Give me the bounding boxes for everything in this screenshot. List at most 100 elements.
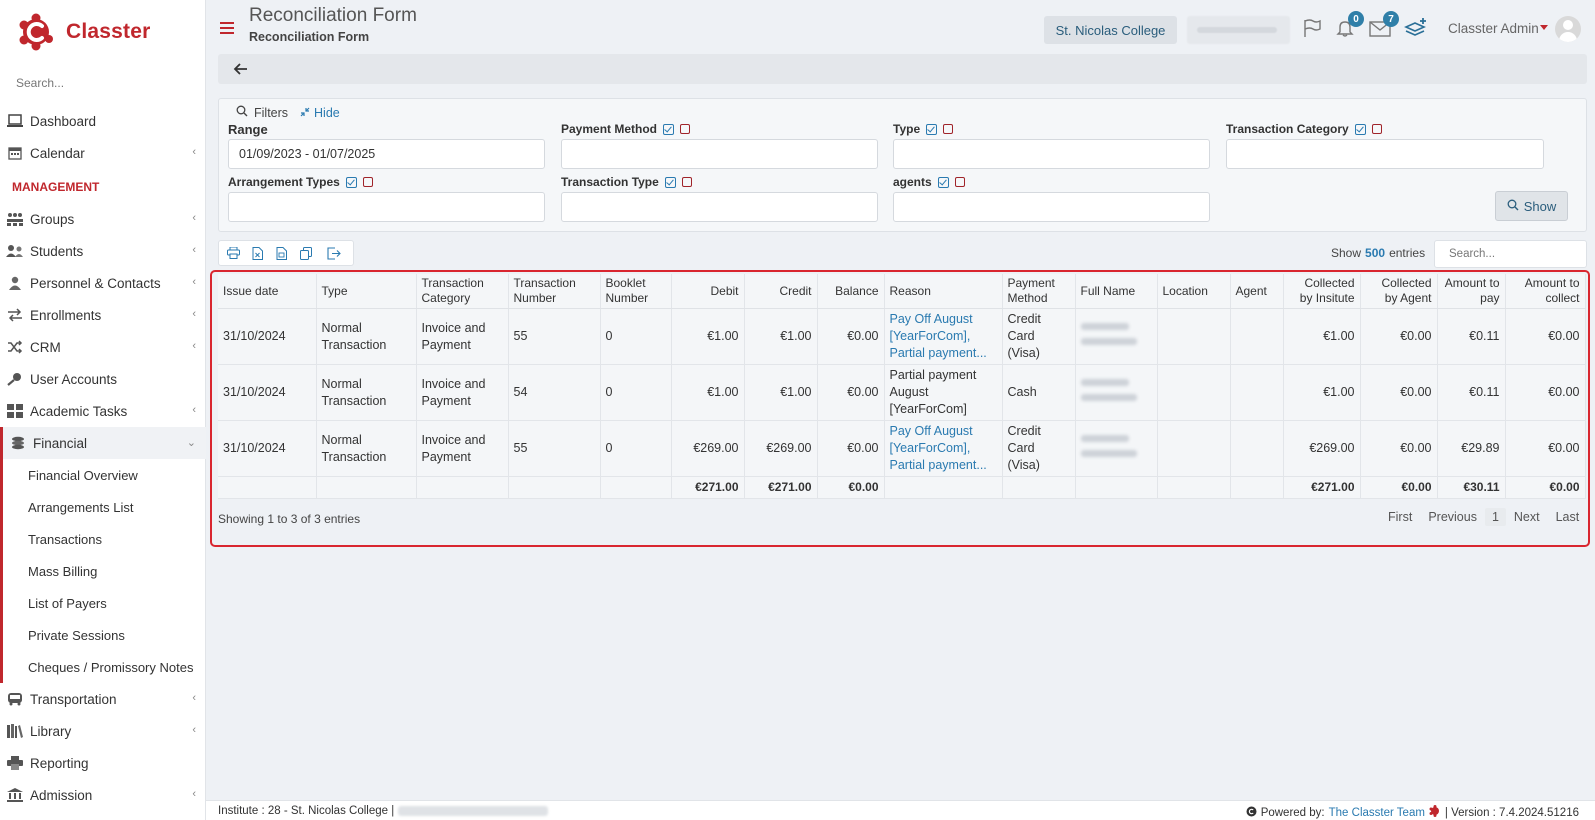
pager-page-1[interactable]: 1 bbox=[1484, 508, 1506, 526]
college-selector-button[interactable]: St. Nicolas College bbox=[1044, 16, 1177, 44]
sidebar-item-transportation[interactable]: Transportation ‹ bbox=[0, 683, 206, 715]
select-all-checkbox-icon[interactable] bbox=[937, 176, 949, 188]
classter-team-link[interactable]: The Classter Team bbox=[1329, 807, 1425, 819]
total-debit: €271.00 bbox=[671, 476, 745, 499]
deselect-all-checkbox-icon[interactable] bbox=[1371, 124, 1382, 134]
col-credit[interactable]: Credit bbox=[744, 274, 818, 309]
csv-export-icon[interactable] bbox=[274, 246, 289, 261]
hide-filters-button[interactable]: Hide bbox=[300, 106, 340, 120]
user-menu[interactable]: Classter Admin bbox=[1448, 21, 1539, 36]
flag-icon[interactable] bbox=[1300, 16, 1324, 40]
sidebar-item-library[interactable]: Library ‹ bbox=[0, 715, 206, 747]
col-amount-to-collect[interactable]: Amount to collect bbox=[1505, 274, 1586, 309]
sidebar-item-students[interactable]: Students ‹ bbox=[0, 235, 206, 267]
deselect-all-checkbox-icon[interactable] bbox=[954, 177, 965, 187]
avatar[interactable] bbox=[1555, 16, 1581, 42]
col-amount-to-pay[interactable]: Amount to pay bbox=[1437, 274, 1506, 309]
col-booklet-number[interactable]: Booklet Number bbox=[600, 274, 672, 309]
arrangement-types-select[interactable] bbox=[228, 192, 545, 222]
select-all-checkbox-icon[interactable] bbox=[926, 123, 938, 135]
col-type[interactable]: Type bbox=[316, 274, 417, 309]
cell-empty bbox=[416, 476, 509, 499]
blurred-selector[interactable] bbox=[1187, 16, 1290, 44]
agents-select[interactable] bbox=[893, 192, 1210, 222]
sidebar-search-input[interactable] bbox=[16, 76, 186, 90]
bell-icon[interactable]: 0 bbox=[1333, 11, 1364, 40]
sidebar-sub-cheques-promissory-notes[interactable]: Cheques / Promissory Notes bbox=[0, 651, 206, 683]
envelope-icon[interactable]: 7 bbox=[1368, 11, 1399, 40]
caret-down-icon[interactable] bbox=[1540, 25, 1548, 30]
sidebar-item-reporting[interactable]: Reporting bbox=[0, 747, 206, 779]
sidebar-item-academic-tasks[interactable]: Academic Tasks ‹ bbox=[0, 395, 206, 427]
sidebar-sub-list-of-payers[interactable]: List of Payers bbox=[0, 587, 206, 619]
col-agent[interactable]: Agent bbox=[1230, 274, 1284, 309]
chevron-left-icon: ‹ bbox=[192, 340, 196, 352]
logo[interactable]: Classter bbox=[16, 10, 150, 54]
search-icon bbox=[236, 105, 248, 120]
sidebar-item-calendar[interactable]: Calendar ‹ bbox=[0, 137, 206, 169]
table-row[interactable]: 31/10/2024 Normal Transaction Invoice an… bbox=[218, 364, 1586, 421]
pager-last[interactable]: Last bbox=[1548, 508, 1588, 526]
col-reason[interactable]: Reason bbox=[884, 274, 1003, 309]
pager-previous[interactable]: Previous bbox=[1420, 508, 1485, 526]
layers-plus-icon[interactable] bbox=[1404, 16, 1428, 40]
table-search-input[interactable] bbox=[1434, 240, 1587, 268]
payment-method-select[interactable] bbox=[561, 139, 878, 169]
sidebar-item-groups[interactable]: Groups ‹ bbox=[0, 203, 206, 235]
hamburger-menu-icon[interactable] bbox=[220, 22, 234, 34]
entries-count-select[interactable]: 500 bbox=[1365, 246, 1385, 260]
sidebar-item-user-accounts[interactable]: User Accounts bbox=[0, 363, 206, 395]
col-collected-by-institute[interactable]: Collected by Insitute bbox=[1283, 274, 1361, 309]
col-debit[interactable]: Debit bbox=[671, 274, 745, 309]
sidebar-sub-arrangements-list[interactable]: Arrangements List bbox=[0, 491, 206, 523]
sidebar-sub-financial-overview[interactable]: Financial Overview bbox=[0, 459, 206, 491]
sidebar-item-crm[interactable]: CRM ‹ bbox=[0, 331, 206, 363]
deselect-all-checkbox-icon[interactable] bbox=[680, 124, 691, 134]
col-location[interactable]: Location bbox=[1157, 274, 1231, 309]
deselect-all-checkbox-icon[interactable] bbox=[681, 177, 692, 187]
deselect-all-checkbox-icon[interactable] bbox=[362, 177, 373, 187]
table-row[interactable]: 31/10/2024 Normal Transaction Invoice an… bbox=[218, 308, 1586, 365]
transaction-category-select[interactable] bbox=[1226, 139, 1544, 169]
deselect-all-checkbox-icon[interactable] bbox=[943, 124, 954, 134]
cell-collected-by-agent: €0.00 bbox=[1360, 308, 1438, 365]
chevron-left-icon: ‹ bbox=[192, 692, 196, 704]
reason-link[interactable]: Pay Off August [YearForCom], Partial pay… bbox=[890, 312, 987, 360]
sidebar-item-enrollments[interactable]: Enrollments ‹ bbox=[0, 299, 206, 331]
sidebar-sub-private-sessions[interactable]: Private Sessions bbox=[0, 619, 206, 651]
reason-link[interactable]: Pay Off August [YearForCom], Partial pay… bbox=[890, 424, 987, 472]
sidebar-item-dashboard[interactable]: Dashboard bbox=[0, 105, 206, 137]
transaction-type-select[interactable] bbox=[561, 192, 878, 222]
select-all-checkbox-icon[interactable] bbox=[663, 123, 675, 135]
sidebar-item-financial[interactable]: Financial ⌄ bbox=[0, 427, 206, 459]
cell-empty bbox=[508, 476, 601, 499]
select-all-checkbox-icon[interactable] bbox=[345, 176, 357, 188]
print-icon[interactable] bbox=[226, 246, 241, 261]
pager-next[interactable]: Next bbox=[1506, 508, 1548, 526]
arrow-left-icon[interactable] bbox=[232, 60, 250, 78]
col-payment-method[interactable]: Payment Method bbox=[1002, 274, 1076, 309]
pager-first[interactable]: First bbox=[1380, 508, 1420, 526]
chevron-left-icon: ‹ bbox=[192, 244, 196, 256]
select-all-checkbox-icon[interactable] bbox=[664, 176, 676, 188]
select-all-checkbox-icon[interactable] bbox=[1354, 123, 1366, 135]
copy-icon[interactable] bbox=[298, 246, 313, 261]
range-input[interactable]: 01/09/2023 - 01/07/2025 bbox=[228, 139, 545, 169]
col-balance[interactable]: Balance bbox=[817, 274, 885, 309]
show-button[interactable]: Show bbox=[1495, 191, 1568, 221]
col-transaction-category[interactable]: Transaction Category bbox=[416, 274, 509, 309]
export-icon[interactable] bbox=[326, 246, 341, 261]
person-icon bbox=[6, 274, 24, 292]
col-collected-by-agent[interactable]: Collected by Agent bbox=[1360, 274, 1438, 309]
col-issue-date[interactable]: Issue date bbox=[218, 274, 317, 309]
col-transaction-number[interactable]: Transaction Number bbox=[508, 274, 601, 309]
sidebar-sub-mass-billing[interactable]: Mass Billing bbox=[0, 555, 206, 587]
compress-icon bbox=[300, 106, 310, 120]
type-select[interactable] bbox=[893, 139, 1210, 169]
sidebar-sub-transactions[interactable]: Transactions bbox=[0, 523, 206, 555]
col-full-name[interactable]: Full Name bbox=[1075, 274, 1158, 309]
table-row[interactable]: 31/10/2024 Normal Transaction Invoice an… bbox=[218, 420, 1586, 477]
excel-export-icon[interactable] bbox=[250, 246, 265, 261]
sidebar-item-admission[interactable]: Admission ‹ bbox=[0, 779, 206, 811]
sidebar-item-personnel-contacts[interactable]: Personnel & Contacts ‹ bbox=[0, 267, 206, 299]
